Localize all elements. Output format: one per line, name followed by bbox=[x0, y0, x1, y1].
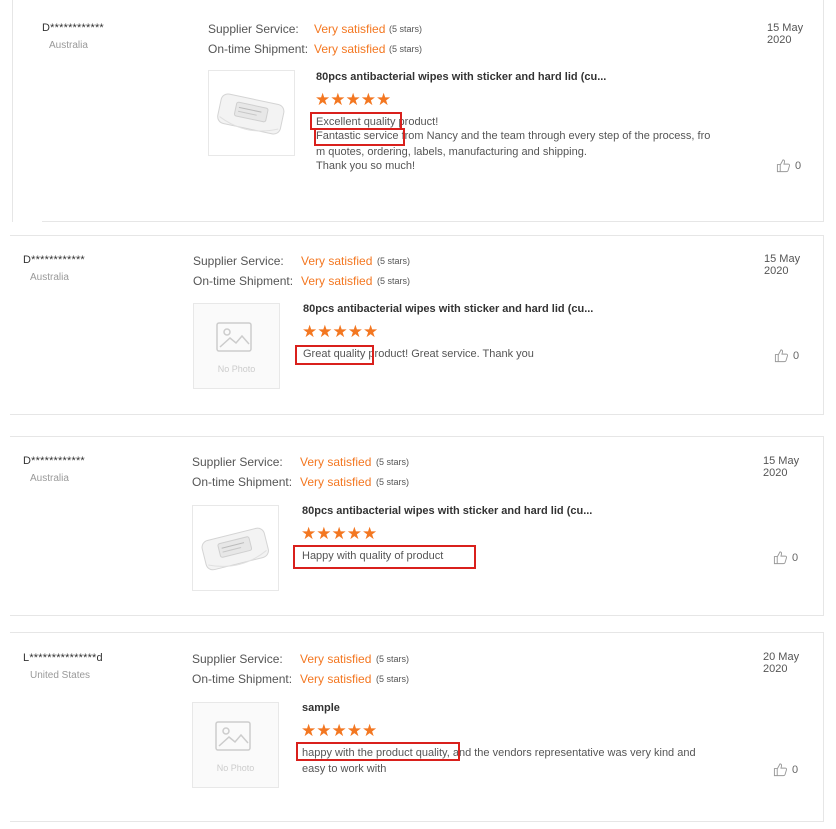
supplier-service-stars-note: (5 stars) bbox=[376, 457, 410, 467]
product-title[interactable]: 80pcs antibacterial wipes with sticker a… bbox=[316, 71, 606, 83]
like-count: 0 bbox=[792, 763, 799, 776]
supplier-service-rating: Very satisfied bbox=[300, 652, 372, 666]
supplier-service-rating: Very satisfied bbox=[300, 455, 372, 469]
rating-stars: ★★★★★ bbox=[315, 90, 392, 109]
supplier-service-rating: Very satisfied bbox=[314, 22, 386, 36]
buyer-name: D************ bbox=[23, 455, 85, 467]
on-time-shipment-rating: Very satisfied bbox=[301, 274, 373, 288]
highlight-box bbox=[295, 345, 374, 365]
thumbs-up-icon bbox=[773, 551, 787, 565]
wipes-pack-image bbox=[201, 527, 269, 571]
review-date: 15 May 2020 bbox=[767, 22, 804, 46]
product-title[interactable]: sample bbox=[302, 702, 340, 714]
buyer-country: Australia bbox=[49, 40, 88, 51]
product-thumbnail[interactable] bbox=[208, 70, 295, 156]
supplier-service-label: Supplier Service: bbox=[192, 455, 283, 469]
supplier-service-stars-note: (5 stars) bbox=[376, 654, 410, 664]
supplier-service-label: Supplier Service: bbox=[208, 22, 299, 36]
rating-stars: ★★★★★ bbox=[301, 721, 378, 740]
buyer-country: United States bbox=[30, 670, 91, 681]
review-card: D************ Australia Supplier Service… bbox=[12, 0, 824, 222]
supplier-service-stars-note: (5 stars) bbox=[389, 24, 423, 34]
product-thumbnail[interactable] bbox=[192, 505, 279, 591]
on-time-shipment-label: On-time Shipment: bbox=[192, 475, 293, 489]
review-date: 20 May 2020 bbox=[763, 651, 800, 675]
product-title[interactable]: 80pcs antibacterial wipes with sticker a… bbox=[302, 505, 592, 517]
review-card: D************ Australia Supplier Service… bbox=[10, 235, 824, 415]
supplier-service-label: Supplier Service: bbox=[193, 254, 284, 268]
on-time-shipment-rating: Very satisfied bbox=[300, 475, 372, 489]
buyer-name: D************ bbox=[42, 22, 104, 34]
buyer-country: Australia bbox=[30, 473, 69, 484]
on-time-shipment-rating: Very satisfied bbox=[300, 672, 372, 686]
on-time-shipment-label: On-time Shipment: bbox=[193, 274, 294, 288]
supplier-service-label: Supplier Service: bbox=[192, 652, 283, 666]
on-time-shipment-stars-note: (5 stars) bbox=[376, 477, 410, 487]
highlight-box bbox=[293, 545, 476, 569]
on-time-shipment-stars-note: (5 stars) bbox=[389, 44, 423, 54]
no-photo-label: No Photo bbox=[216, 763, 255, 773]
like-count: 0 bbox=[792, 551, 799, 564]
highlight-box bbox=[296, 742, 460, 761]
like-count: 0 bbox=[795, 159, 802, 172]
buyer-country: Australia bbox=[30, 272, 69, 283]
on-time-shipment-label: On-time Shipment: bbox=[208, 42, 309, 56]
review-date: 15 May 2020 bbox=[763, 455, 800, 479]
no-photo-icon bbox=[216, 322, 252, 352]
review-text-line: m quotes, ordering, labels, manufacturin… bbox=[316, 146, 587, 158]
product-thumbnail[interactable]: No Photo bbox=[192, 702, 279, 788]
rating-stars: ★★★★★ bbox=[302, 322, 379, 341]
highlight-box bbox=[314, 128, 405, 146]
no-photo-icon bbox=[215, 721, 251, 751]
review-date: 15 May 2020 bbox=[764, 253, 801, 277]
like-button[interactable]: 0 bbox=[776, 158, 801, 173]
buyer-name: D************ bbox=[23, 254, 85, 266]
supplier-service-stars-note: (5 stars) bbox=[377, 256, 411, 266]
on-time-shipment-stars-note: (5 stars) bbox=[376, 674, 410, 684]
review-card: D************ Australia Supplier Service… bbox=[10, 436, 824, 616]
thumbs-up-icon bbox=[776, 159, 790, 173]
no-photo-label: No Photo bbox=[217, 364, 256, 374]
thumbs-up-icon bbox=[774, 349, 788, 363]
review-card: L***************d United States Supplier… bbox=[10, 632, 824, 822]
review-text-line: easy to work with bbox=[302, 763, 387, 775]
like-button[interactable]: 0 bbox=[774, 348, 799, 363]
buyer-name: L***************d bbox=[23, 652, 103, 664]
wipes-pack-image bbox=[217, 93, 285, 135]
supplier-service-rating: Very satisfied bbox=[301, 254, 373, 268]
product-thumbnail[interactable]: No Photo bbox=[193, 303, 280, 389]
rating-stars: ★★★★★ bbox=[301, 524, 378, 543]
thumbs-up-icon bbox=[773, 763, 787, 777]
like-button[interactable]: 0 bbox=[773, 762, 798, 777]
like-count: 0 bbox=[793, 349, 800, 362]
on-time-shipment-stars-note: (5 stars) bbox=[377, 276, 411, 286]
on-time-shipment-rating: Very satisfied bbox=[314, 42, 386, 56]
on-time-shipment-label: On-time Shipment: bbox=[192, 672, 293, 686]
review-text-line: Thank you so much! bbox=[316, 160, 416, 172]
product-title[interactable]: 80pcs antibacterial wipes with sticker a… bbox=[303, 303, 593, 315]
like-button[interactable]: 0 bbox=[773, 550, 798, 565]
